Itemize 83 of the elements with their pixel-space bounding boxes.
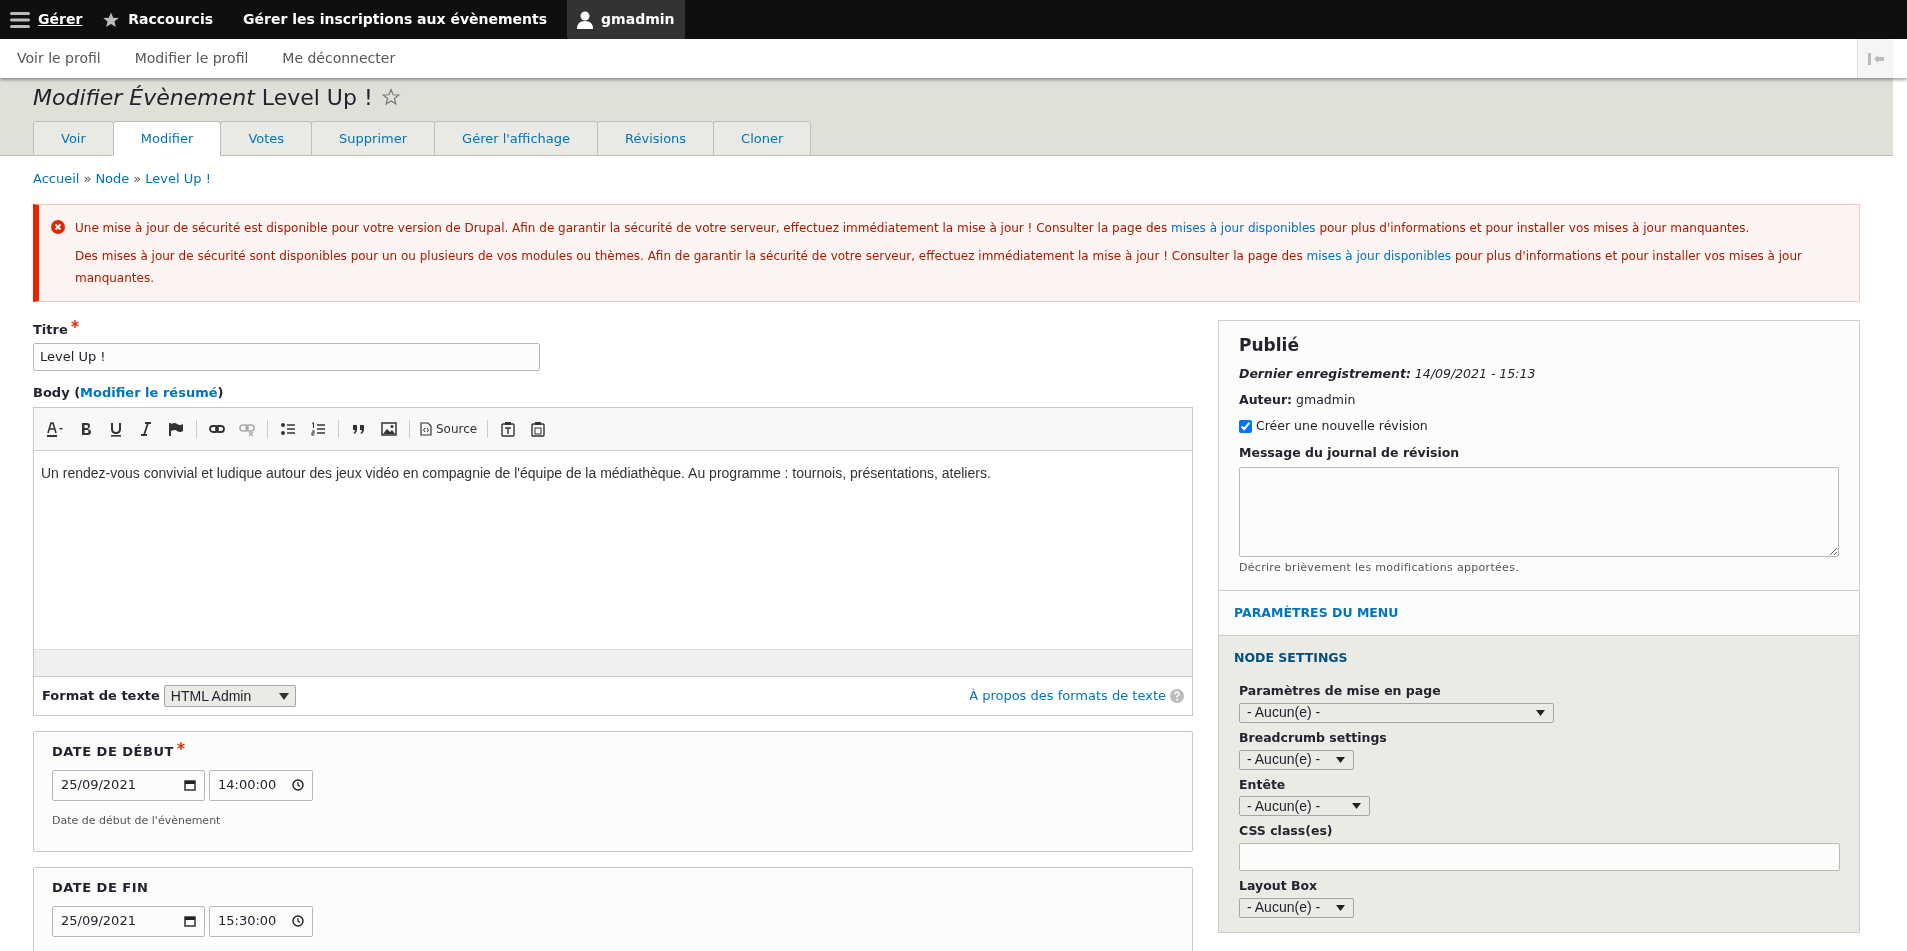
- tray-link[interactable]: Modifier le profil: [117, 48, 266, 69]
- settings-select[interactable]: - Aucun(e) -: [1239, 749, 1354, 770]
- dropdown-icon: [278, 692, 289, 700]
- source-icon: [420, 422, 432, 436]
- closing-paren: ): [217, 383, 224, 402]
- field-label: Layout Box: [1239, 877, 1319, 895]
- tray-link[interactable]: Voir le profil: [0, 48, 118, 69]
- fieldset-legend: DATE DE FIN: [52, 878, 149, 898]
- tab[interactable]: Supprimer: [311, 121, 436, 156]
- breadcrumb-link[interactable]: Accueil: [33, 169, 80, 189]
- format-select[interactable]: HTML Admin: [163, 685, 296, 707]
- status-heading: Publié: [1239, 334, 1300, 357]
- field-label: Entête: [1239, 775, 1287, 794]
- italic-icon: [138, 421, 154, 437]
- checkbox-label: Créer une nouvelle révision: [1256, 417, 1428, 435]
- help-icon: [1170, 689, 1184, 703]
- date-field[interactable]: 25/09/2021: [52, 905, 205, 937]
- calendar-icon: [184, 915, 196, 927]
- field-label: Titre: [33, 321, 68, 339]
- collapse-icon: [1866, 51, 1885, 66]
- format-label: Format de texte: [42, 687, 160, 706]
- section-summary[interactable]: PARAMÈTRES DU MENU: [1219, 591, 1859, 635]
- author-text: Auteur: gmadmin: [1239, 391, 1357, 410]
- image-icon: [381, 421, 397, 437]
- css-class-field[interactable]: [1239, 843, 1840, 871]
- tab[interactable]: Cloner: [713, 121, 812, 156]
- toolbar-item[interactable]: gmadmin: [567, 0, 685, 39]
- clock-icon: [292, 779, 304, 791]
- text-color-icon: [46, 421, 64, 437]
- field-label: Message du journal de révision: [1239, 443, 1461, 462]
- body-label: Body (: [33, 383, 81, 402]
- tab[interactable]: Votes: [220, 121, 313, 156]
- tray-link[interactable]: Me déconnecter: [265, 48, 413, 69]
- menu-icon: [10, 11, 30, 28]
- revision-checkbox[interactable]: [1239, 419, 1252, 433]
- field-label: Paramètres de mise en page: [1239, 682, 1442, 700]
- date-field[interactable]: 25/09/2021: [52, 769, 205, 801]
- alert-text: Une mise à jour de sécurité est disponible pour votre version de Drupal. Afin de garantir la sécurité de votre serveur, effectuez immédiatement la mise à jour ! Consulter la page des mises à jour disponibles pour plus d'informations et pour installer vos mises à jour manquantes.: [75, 220, 1751, 237]
- dropdown-icon: [1536, 709, 1545, 716]
- time-field[interactable]: 15:30:00: [209, 905, 313, 937]
- calendar-icon: [184, 779, 196, 791]
- breadcrumb-separator: »: [83, 170, 92, 189]
- breadcrumb-link[interactable]: Node: [95, 169, 130, 189]
- fieldset-legend: DATE DE DÉBUT: [52, 742, 174, 762]
- updates-link[interactable]: mises à jour disponibles: [1306, 249, 1452, 263]
- time-field[interactable]: 14:00:00: [209, 769, 313, 801]
- unlink-icon: [239, 421, 255, 437]
- underline-icon: [108, 421, 124, 437]
- user-icon: [577, 10, 594, 29]
- settings-select[interactable]: - Aucun(e) -: [1239, 796, 1370, 817]
- tab[interactable]: Gérer l'affichage: [434, 121, 598, 156]
- breadcrumb-link[interactable]: Level Up !: [145, 169, 211, 189]
- revision-log-field[interactable]: [1239, 466, 1839, 557]
- tab[interactable]: Modifier: [112, 121, 222, 156]
- clock-icon: [292, 915, 304, 927]
- breadcrumb-separator: »: [133, 170, 142, 189]
- last-saved-text: Dernier enregistrement: 14/09/2021 - 15:13: [1239, 364, 1537, 383]
- field-description: Date de début de l'évènement: [52, 812, 222, 829]
- formats-help-link[interactable]: À propos des formats de texte: [969, 686, 1166, 706]
- bulleted-list-icon: [280, 421, 296, 437]
- dropdown-icon: [1336, 756, 1345, 763]
- field-label: Breadcrumb settings: [1239, 728, 1388, 747]
- alert-text: Des mises à jour de sécurité sont disponibles pour un ou plusieurs de vos modules ou thèmes. Afin de garantir la sécurité de votre serveur, effectuez immédiatement la mise à jour ! Consulter la page des mises à jour disponibles pour plus d'informations et pour installer vos mises à jour manquantes.: [75, 248, 1803, 287]
- field-description: Décrire brièvement les modifications apportées.: [1239, 559, 1520, 576]
- summary-link[interactable]: Modifier le résumé: [80, 382, 218, 402]
- error-icon: [51, 220, 65, 234]
- source-button[interactable]: Source: [420, 417, 478, 441]
- dropdown-icon: [1336, 904, 1345, 911]
- page-title: Modifier Évènement Level Up !: [33, 83, 373, 112]
- star-icon[interactable]: [380, 87, 401, 107]
- title-field[interactable]: Level Up !: [33, 342, 540, 371]
- dropdown-icon: [1352, 803, 1361, 810]
- tab[interactable]: Révisions: [597, 121, 715, 156]
- field-label: CSS class(es): [1239, 822, 1334, 841]
- numbered-list-icon: [310, 421, 326, 437]
- section-summary[interactable]: NODE SETTINGS: [1219, 636, 1859, 680]
- tab[interactable]: Voir: [33, 121, 114, 156]
- settings-select[interactable]: - Aucun(e) -: [1239, 702, 1554, 723]
- paste-word-icon: [530, 421, 547, 437]
- updates-link[interactable]: mises à jour disponibles: [1170, 221, 1316, 235]
- paste-text-icon: [500, 421, 517, 437]
- settings-select[interactable]: - Aucun(e) -: [1239, 897, 1354, 918]
- flag-icon: [168, 421, 184, 437]
